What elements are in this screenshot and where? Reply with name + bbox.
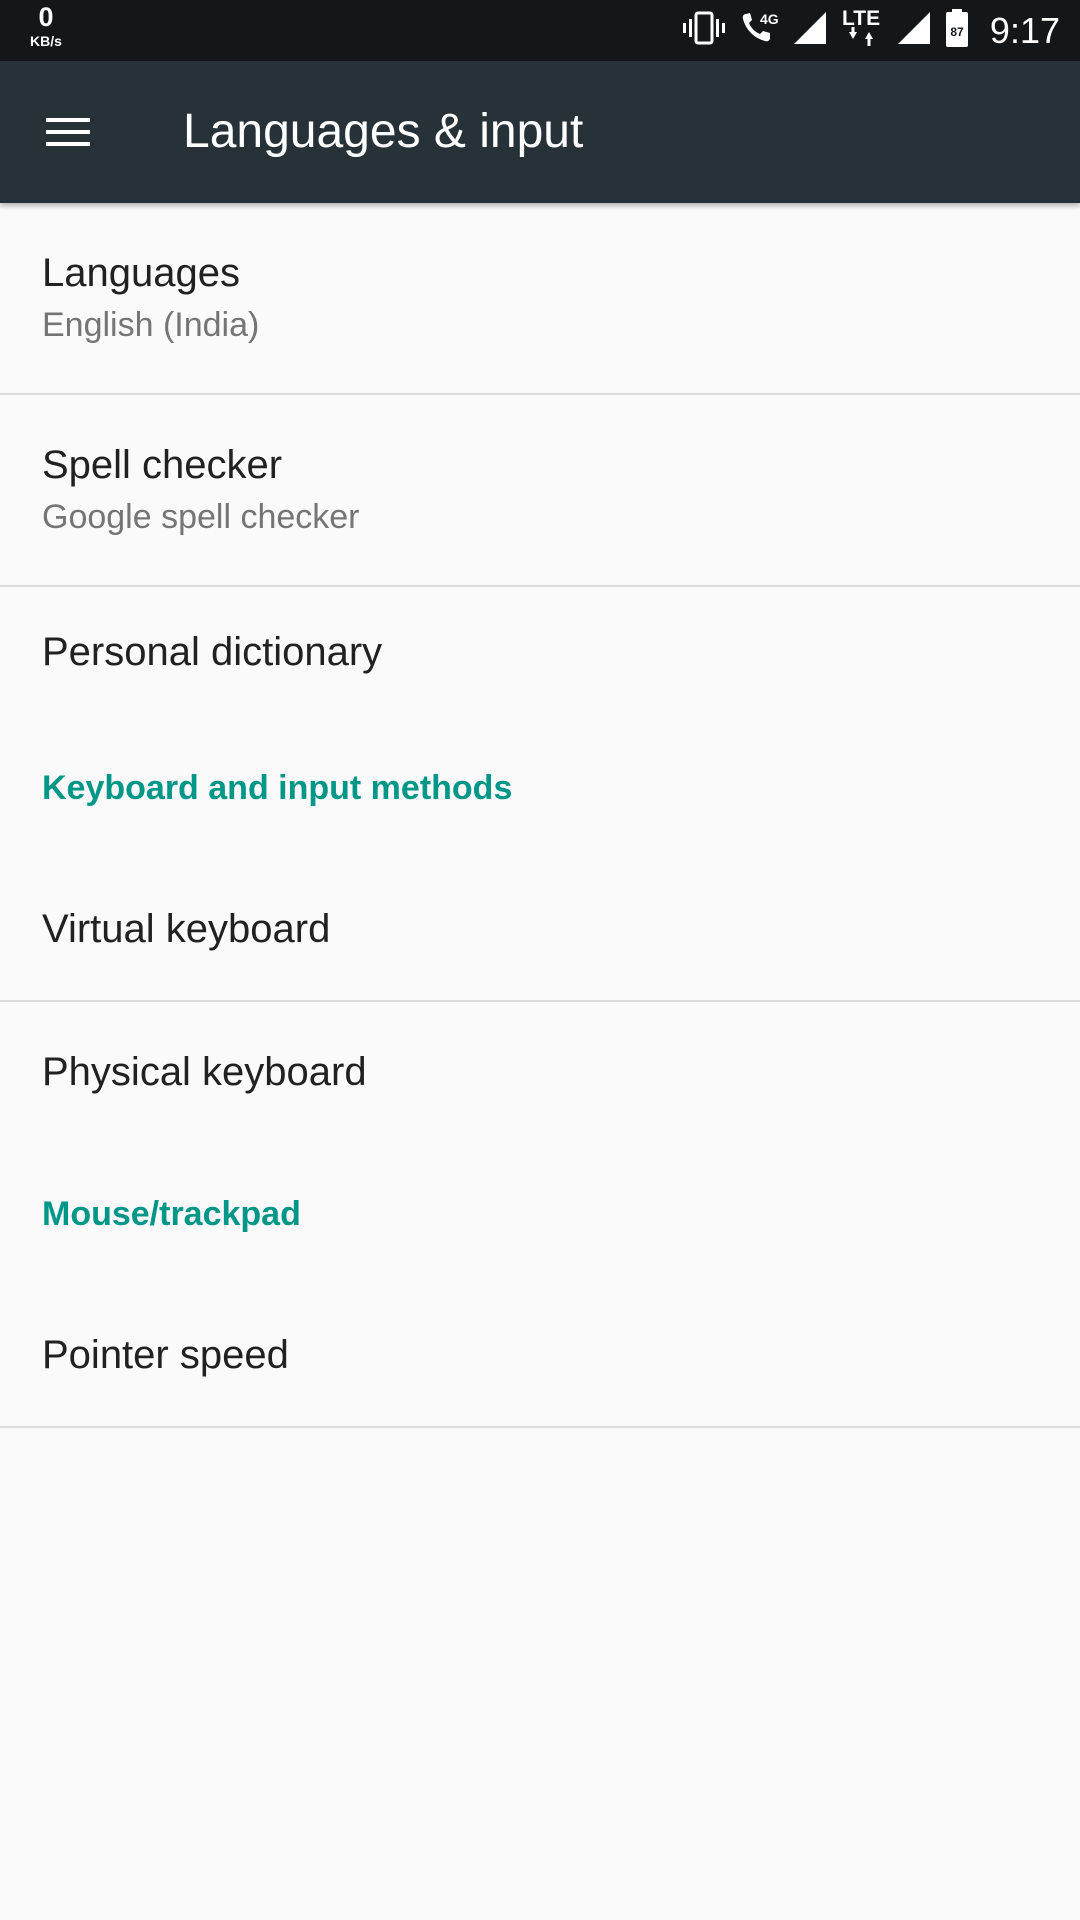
battery-level: 87 — [950, 25, 964, 39]
personal-dictionary-title: Personal dictionary — [42, 629, 383, 674]
menu-icon — [46, 118, 90, 146]
signal-icon-2 — [896, 10, 932, 51]
network-speed-value: 0 — [38, 2, 54, 32]
virtual-keyboard-title: Virtual keyboard — [42, 907, 331, 951]
lte-label: LTE — [842, 7, 880, 30]
spell-checker-summary: Google spell checker — [42, 498, 360, 536]
physical-keyboard-title: Physical keyboard — [42, 1050, 367, 1094]
languages-item[interactable]: Languages English (India) — [0, 203, 1080, 393]
divider — [0, 1426, 1080, 1428]
status-bar: 0 KB/s 4G LTE 87 9:17 — [0, 0, 1080, 61]
personal-dictionary-item[interactable]: Personal dictionary — [0, 587, 1080, 717]
lte-data-icon: LTE — [840, 6, 884, 55]
mouse-category-title: Mouse/trackpad — [42, 1194, 301, 1233]
vibrate-icon — [682, 11, 726, 50]
virtual-keyboard-item[interactable]: Virtual keyboard — [0, 859, 1080, 1000]
battery-icon: 87 — [944, 8, 970, 53]
languages-title: Languages — [42, 251, 240, 295]
menu-button[interactable] — [40, 104, 96, 160]
languages-summary: English (India) — [42, 306, 260, 344]
pointer-speed-title: Pointer speed — [42, 1333, 289, 1377]
status-icons: 4G LTE 87 9:17 — [682, 0, 1080, 61]
fourg-label: 4G — [760, 11, 779, 27]
network-speed-unit: KB/s — [30, 33, 62, 49]
page-title: Languages & input — [183, 105, 584, 158]
keyboard-category-title: Keyboard and input methods — [42, 768, 513, 807]
app-bar: Languages & input — [0, 61, 1080, 203]
network-speed-indicator: 0 KB/s — [18, 2, 74, 49]
spell-checker-title: Spell checker — [42, 443, 283, 487]
call-4g-icon: 4G — [738, 8, 780, 53]
settings-list: Languages English (India) Spell checker … — [0, 203, 1080, 1428]
status-time: 9:17 — [989, 9, 1060, 51]
keyboard-category-header: Keyboard and input methods — [0, 717, 1080, 859]
spell-checker-item[interactable]: Spell checker Google spell checker — [0, 395, 1080, 585]
physical-keyboard-item[interactable]: Physical keyboard — [0, 1002, 1080, 1143]
mouse-category-header: Mouse/trackpad — [0, 1143, 1080, 1285]
signal-icon — [792, 10, 828, 51]
pointer-speed-item[interactable]: Pointer speed — [0, 1285, 1080, 1426]
